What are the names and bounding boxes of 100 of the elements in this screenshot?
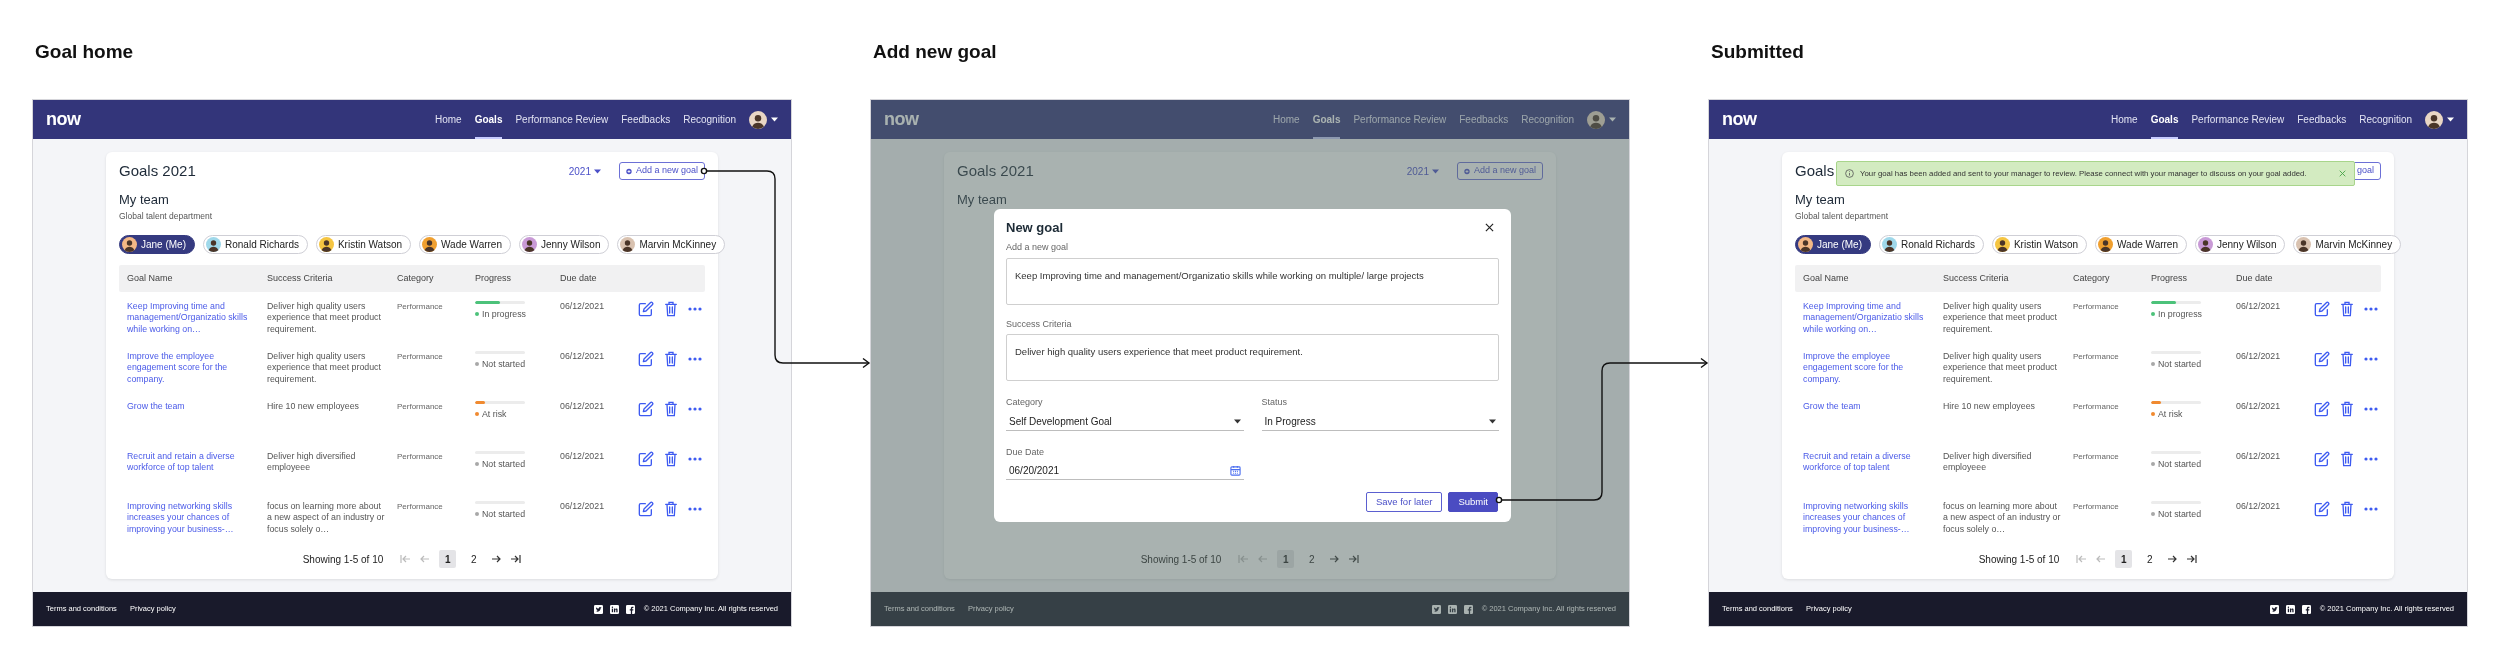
more-icon[interactable] [688, 406, 702, 411]
trash-icon[interactable] [2340, 500, 2354, 517]
more-icon[interactable] [2364, 456, 2378, 461]
date-field[interactable]: 06/20/2021 [1006, 462, 1244, 480]
edit-icon[interactable] [2314, 350, 2330, 367]
edit-icon[interactable] [2314, 300, 2330, 317]
facebook-icon[interactable] [2301, 604, 2311, 614]
edit-icon[interactable] [638, 400, 654, 417]
next-page-icon[interactable] [2167, 554, 2178, 564]
dropdown-field[interactable]: Self Development Goal [1006, 412, 1244, 431]
nav-item[interactable]: Performance Review [515, 100, 609, 139]
trash-icon[interactable] [664, 450, 678, 467]
nav-item[interactable]: Performance Review [2191, 100, 2285, 139]
last-page-icon[interactable] [2186, 554, 2198, 564]
edit-icon[interactable] [2314, 450, 2330, 467]
logo: now [46, 108, 81, 131]
text-area-field[interactable]: Keep Improving time and management/Organizatio skills while working on multiple/ large projects [1006, 257, 1499, 305]
trash-icon[interactable] [2340, 350, 2354, 367]
more-icon[interactable] [688, 456, 702, 461]
bird-icon[interactable] [2269, 604, 2279, 614]
trash-icon[interactable] [664, 350, 678, 367]
nav-item[interactable]: Goals [474, 100, 503, 139]
more-icon[interactable] [688, 506, 702, 511]
trash-icon[interactable] [664, 500, 678, 517]
more-icon[interactable] [2364, 306, 2378, 311]
member-chip[interactable]: Ronald Richards [1879, 234, 1984, 254]
table-cell-text: Performance [2073, 400, 2120, 412]
edit-icon[interactable] [2314, 400, 2330, 417]
nav-item[interactable]: Recognition [2359, 100, 2412, 139]
goal-link[interactable]: Improving networking skills increases your chances of improving your business-… [1803, 500, 1943, 536]
page-button[interactable]: 1 [1277, 550, 1295, 568]
edit-icon[interactable] [638, 450, 654, 467]
nav-item[interactable]: Feedbacks [2297, 100, 2347, 139]
caret-icon[interactable] [2447, 117, 2454, 122]
last-page-icon[interactable] [510, 554, 522, 564]
column-header: Success Criteria [1943, 271, 2010, 285]
trash-icon[interactable] [664, 400, 678, 417]
goal-link[interactable]: Recruit and retain a diverse workforce of top talent [127, 450, 267, 474]
member-chip[interactable]: Jane (Me) [119, 234, 195, 254]
page-button[interactable]: 2 [2141, 550, 2159, 568]
more-icon[interactable] [688, 306, 702, 311]
more-icon[interactable] [2364, 506, 2378, 511]
section-subtitle: Global talent department [1795, 210, 1890, 223]
goal-link[interactable]: Grow the team [127, 400, 267, 413]
bird-icon[interactable] [593, 604, 603, 614]
member-chip[interactable]: Ronald Richards [203, 234, 308, 254]
member-chip[interactable]: Jane (Me) [1795, 234, 1871, 254]
member-chip[interactable]: Wade Warren [2095, 234, 2187, 254]
goal-link[interactable]: Grow the team [1803, 400, 1943, 413]
page-button[interactable]: 2 [465, 550, 483, 568]
nav-item[interactable]: Home [2110, 100, 2138, 139]
dropdown-field[interactable]: In Progress [1261, 412, 1499, 431]
nav-item[interactable]: Goals [1312, 100, 1341, 139]
more-icon[interactable] [2364, 356, 2378, 361]
page-button[interactable]: 1 [439, 550, 457, 568]
member-chip[interactable]: Jenny Wilson [519, 234, 610, 254]
linkedin-icon[interactable] [2285, 604, 2295, 614]
trash-icon[interactable] [664, 300, 678, 317]
goal-link[interactable]: Keep Improving time and management/Organizatio skills while working on… [127, 300, 267, 336]
calendar-icon[interactable] [1229, 465, 1241, 476]
edit-icon[interactable] [2314, 500, 2330, 517]
field-label: Success Criteria [1006, 317, 1073, 331]
close-icon[interactable] [1485, 223, 1494, 232]
facebook-icon[interactable] [625, 604, 635, 614]
edit-icon[interactable] [638, 500, 654, 517]
member-chip[interactable]: Marvin McKinney [617, 234, 726, 254]
column-header: Goal Name [1803, 271, 1850, 285]
nav-item[interactable]: Goals [2150, 100, 2179, 139]
save-button[interactable]: Save for later [1365, 492, 1443, 512]
goal-link[interactable]: Improving networking skills increases your chances of improving your business-… [127, 500, 267, 536]
year-dropdown[interactable]: 2021 [568, 163, 601, 179]
goal-link[interactable]: Keep Improving time and management/Organizatio skills while working on… [1803, 300, 1943, 336]
trash-icon[interactable] [2340, 450, 2354, 467]
member-chip[interactable]: Kristin Watson [315, 234, 412, 254]
avatar-icon[interactable] [2425, 110, 2443, 129]
linkedin-icon[interactable] [609, 604, 619, 614]
member-chip[interactable]: Jenny Wilson [2195, 234, 2286, 254]
edit-icon[interactable] [638, 300, 654, 317]
edit-icon[interactable] [638, 350, 654, 367]
more-icon[interactable] [2364, 406, 2378, 411]
avatar-icon[interactable] [749, 110, 767, 129]
nav-item[interactable]: Recognition [683, 100, 736, 139]
more-icon[interactable] [688, 356, 702, 361]
modal-title: New goal [1006, 218, 1064, 237]
goal-link[interactable]: Recruit and retain a diverse workforce of top talent [1803, 450, 1943, 474]
member-chip[interactable]: Marvin McKinney [2293, 234, 2402, 254]
member-chip[interactable]: Kristin Watson [1991, 234, 2088, 254]
nav-item[interactable]: Feedbacks [621, 100, 671, 139]
member-chip[interactable]: Wade Warren [419, 234, 511, 254]
text-area-field[interactable]: Deliver high quality users experience that meet product requirement. [1006, 334, 1499, 381]
trash-icon[interactable] [2340, 400, 2354, 417]
goal-link[interactable]: Improve the employee engagement score for the company. [1803, 350, 1943, 386]
caret-icon[interactable] [771, 117, 778, 122]
page-button[interactable]: 2 [1303, 550, 1321, 568]
goal-link[interactable]: Improve the employee engagement score for the company. [127, 350, 267, 386]
next-page-icon[interactable] [491, 554, 502, 564]
submit-button[interactable]: Submit [1448, 492, 1498, 512]
nav-item[interactable]: Home [434, 100, 462, 139]
page-button[interactable]: 1 [2115, 550, 2133, 568]
trash-icon[interactable] [2340, 300, 2354, 317]
